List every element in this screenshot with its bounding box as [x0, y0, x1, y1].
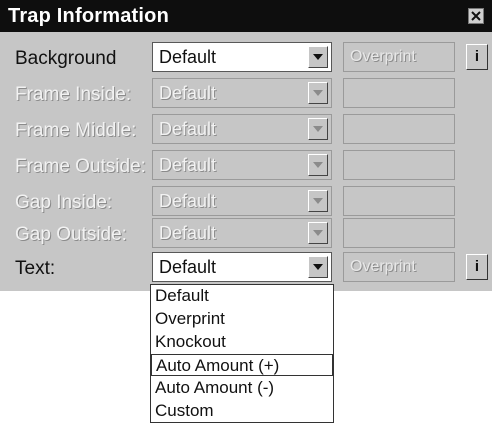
chevron-down-icon — [308, 118, 328, 140]
close-icon[interactable] — [468, 8, 484, 24]
text-trap-value: Overprint — [350, 258, 416, 275]
background-label: Background — [15, 48, 117, 69]
frame-inside-label: Frame Inside: — [15, 84, 132, 105]
gap-outside-trap-field — [343, 218, 455, 248]
dropdown-option-default[interactable]: Default — [151, 285, 333, 307]
text-select[interactable]: Default — [152, 252, 332, 282]
title-bar[interactable]: Trap Information — [0, 0, 492, 32]
text-trap-field: Overprint — [343, 252, 455, 282]
frame-outside-select-value: Default — [159, 155, 217, 175]
background-info-button[interactable]: i — [466, 44, 488, 70]
dropdown-option-overprint[interactable]: Overprint — [151, 308, 333, 330]
frame-outside-trap-field — [343, 150, 455, 180]
frame-middle-trap-field — [343, 114, 455, 144]
frame-middle-select: Default — [152, 114, 332, 144]
text-label: Text: — [15, 258, 56, 279]
gap-outside-select-value: Default — [159, 223, 217, 243]
frame-outside-label: Frame Outside: — [15, 156, 146, 177]
frame-outside-select: Default — [152, 150, 332, 180]
text-dropdown-list[interactable]: Default Overprint Knockout Auto Amount (… — [150, 284, 334, 423]
background-select[interactable]: Default — [152, 42, 332, 72]
chevron-down-icon[interactable] — [308, 256, 328, 278]
gap-inside-trap-field — [343, 186, 455, 216]
chevron-down-icon — [308, 190, 328, 212]
window-title: Trap Information — [8, 5, 169, 27]
chevron-down-icon[interactable] — [308, 46, 328, 68]
dropdown-option-custom[interactable]: Custom — [151, 400, 333, 422]
frame-inside-select-value: Default — [159, 83, 217, 103]
background-select-value: Default — [159, 47, 217, 67]
chevron-down-icon — [308, 82, 328, 104]
dropdown-option-auto-amount-minus[interactable]: Auto Amount (-) — [151, 377, 333, 399]
gap-outside-label: Gap Outside: — [15, 224, 127, 245]
chevron-down-icon — [308, 222, 328, 244]
frame-middle-select-value: Default — [159, 119, 217, 139]
gap-outside-select: Default — [152, 218, 332, 248]
frame-inside-select: Default — [152, 78, 332, 108]
frame-middle-label: Frame Middle: — [15, 120, 137, 141]
frame-inside-trap-field — [343, 78, 455, 108]
background-trap-value: Overprint — [350, 48, 416, 65]
background-trap-field: Overprint — [343, 42, 455, 72]
trap-information-palette: Trap Information Background Default Over… — [0, 0, 492, 291]
dropdown-option-knockout[interactable]: Knockout — [151, 331, 333, 353]
gap-inside-select-value: Default — [159, 191, 217, 211]
gap-inside-select: Default — [152, 186, 332, 216]
chevron-down-icon — [308, 154, 328, 176]
text-select-value: Default — [159, 257, 217, 277]
dropdown-option-auto-amount-plus[interactable]: Auto Amount (+) — [151, 354, 333, 376]
text-info-button[interactable]: i — [466, 254, 488, 280]
gap-inside-label: Gap Inside: — [15, 192, 113, 213]
